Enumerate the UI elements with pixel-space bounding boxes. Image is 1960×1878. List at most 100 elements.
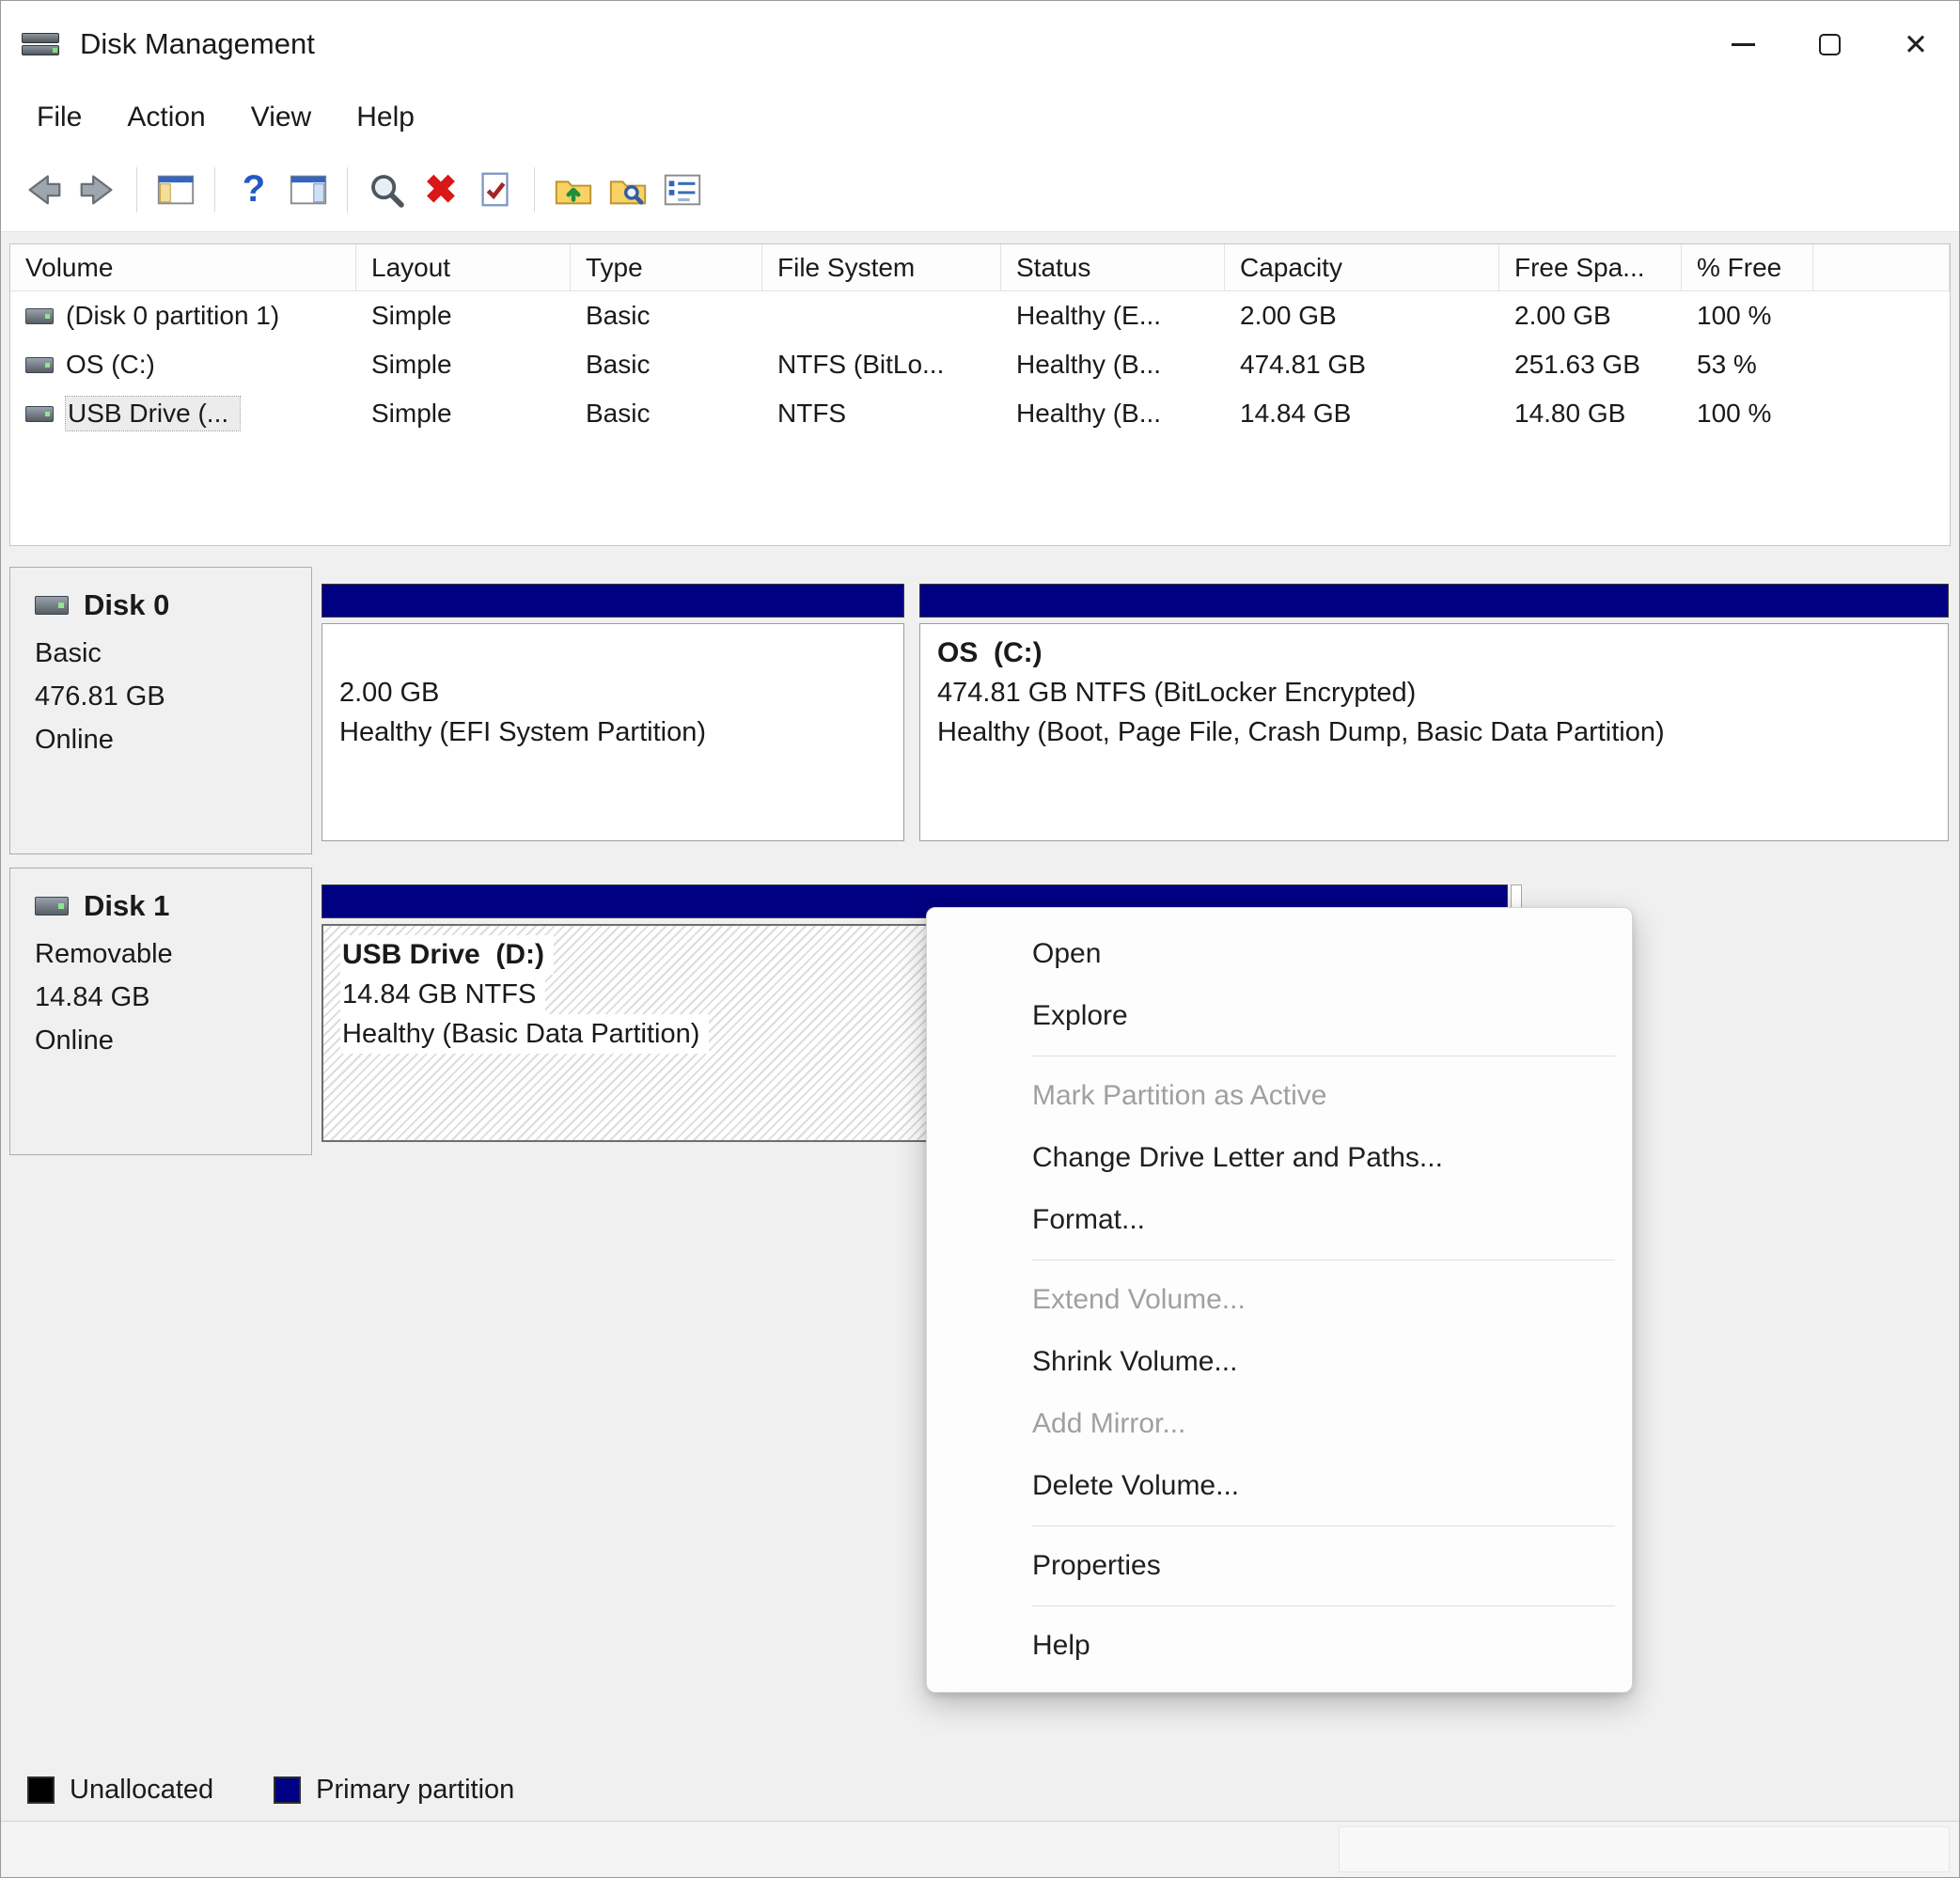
volume-list-panel: Volume Layout Type File System Status Ca… xyxy=(9,243,1951,546)
status-bar-section xyxy=(1339,1826,1950,1872)
menu-item-extend-volume: Extend Volume... xyxy=(1032,1284,1246,1315)
help-button[interactable]: ? xyxy=(227,163,281,217)
cell-percent-free: 100 % xyxy=(1697,301,1772,330)
partition-title xyxy=(339,634,886,673)
menu-item-shrink-volume[interactable]: Shrink Volume... xyxy=(927,1331,1632,1393)
disk-status: Online xyxy=(35,1025,114,1056)
column-header-capacity[interactable]: Capacity xyxy=(1225,244,1499,290)
cell-volume: USB Drive (... xyxy=(10,389,356,438)
table-row-usb-drive[interactable]: USB Drive (... Simple Basic NTFS Healthy… xyxy=(10,389,1950,438)
partition-color-bar xyxy=(919,584,1949,618)
disk-info-disk1[interactable]: Disk 1 Removable 14.84 GB Online xyxy=(9,868,312,1155)
maximize-icon xyxy=(1818,33,1841,55)
cell-percent-free: 100 % xyxy=(1697,399,1772,428)
partition-color-bar xyxy=(321,584,904,618)
action-pane-button[interactable] xyxy=(281,163,336,217)
minimize-button[interactable] xyxy=(1700,1,1786,87)
column-header-layout[interactable]: Layout xyxy=(356,244,571,290)
minimize-icon xyxy=(1731,42,1755,46)
toolbar: ? ✖ xyxy=(1,148,1959,232)
table-row-os-c[interactable]: OS (C:) Simple Basic NTFS (BitLo... Heal… xyxy=(10,340,1950,389)
menu-help[interactable]: Help xyxy=(334,94,437,141)
disk-info-disk0[interactable]: Disk 0 Basic 476.81 GB Online xyxy=(9,567,312,854)
folder-up-button[interactable] xyxy=(546,163,601,217)
delete-volume-button[interactable]: ✖ xyxy=(414,163,468,217)
partition-detail: Healthy (Boot, Page File, Crash Dump, Ba… xyxy=(937,717,1665,747)
column-header-percent-free[interactable]: % Free xyxy=(1682,244,1813,290)
cell-file-system xyxy=(762,291,1001,340)
forward-button[interactable] xyxy=(71,163,125,217)
menu-bar: File Action View Help xyxy=(1,87,1959,148)
table-row-disk0-partition1[interactable]: (Disk 0 partition 1) Simple Basic Health… xyxy=(10,291,1950,340)
cell-file-system: NTFS xyxy=(777,399,847,428)
action-pane-icon xyxy=(290,175,327,204)
menu-action[interactable]: Action xyxy=(104,94,227,141)
volume-icon xyxy=(25,307,54,324)
cell-volume: OS (C:) xyxy=(10,340,356,389)
folder-search-icon xyxy=(609,180,647,205)
maximize-button[interactable] xyxy=(1786,1,1873,87)
check-document-button[interactable] xyxy=(468,163,523,217)
title-bar: Disk Management ✕ xyxy=(1,1,1959,87)
volume-name-selected: USB Drive (... xyxy=(64,396,242,431)
menu-item-explore[interactable]: Explore xyxy=(927,985,1632,1047)
cell-layout: Simple xyxy=(371,350,452,379)
menu-item-delete-volume[interactable]: Delete Volume... xyxy=(927,1455,1632,1517)
menu-view[interactable]: View xyxy=(228,94,334,141)
partition-os-c[interactable]: OS (C:) 474.81 GB NTFS (BitLocker Encryp… xyxy=(919,584,1949,841)
zoom-icon xyxy=(371,174,404,208)
cell-layout: Simple xyxy=(371,399,452,428)
cell-type: Basic xyxy=(586,399,651,428)
cell-type: Basic xyxy=(586,350,651,379)
menu-item-add-mirror: Add Mirror... xyxy=(1032,1408,1186,1439)
disk0-partitions: 2.00 GB Healthy (EFI System Partition) O… xyxy=(312,567,1951,854)
column-header-type[interactable]: Type xyxy=(571,244,762,290)
legend-label-primary-partition: Primary partition xyxy=(316,1775,515,1805)
forward-arrow-icon xyxy=(80,174,113,205)
cell-free-space: 2.00 GB xyxy=(1514,301,1611,330)
back-button[interactable] xyxy=(16,163,71,217)
disk-drive-icon xyxy=(22,29,63,59)
disk-name: Disk 0 xyxy=(84,588,170,621)
menu-item-change-drive-letter-and-paths[interactable]: Change Drive Letter and Paths... xyxy=(927,1127,1632,1189)
partition-title-text: USB Drive (D:) xyxy=(340,935,555,975)
partition-detail-text: 14.84 GB NTFS xyxy=(340,975,546,1014)
column-header-volume[interactable]: Volume xyxy=(10,244,356,290)
menu-item-format[interactable]: Format... xyxy=(927,1189,1632,1251)
toolbar-separator xyxy=(214,166,215,212)
menu-item-properties[interactable]: Properties xyxy=(927,1535,1632,1597)
menu-file[interactable]: File xyxy=(14,94,104,141)
console-tree-icon xyxy=(157,175,195,204)
disk-icon xyxy=(35,897,69,916)
column-header-file-system[interactable]: File System xyxy=(762,244,1001,290)
cell-layout: Simple xyxy=(371,301,452,330)
cell-file-system: NTFS (BitLo... xyxy=(777,350,945,379)
cell-type: Basic xyxy=(586,301,651,330)
cell-free-space: 251.63 GB xyxy=(1514,350,1640,379)
cell-volume: (Disk 0 partition 1) xyxy=(10,291,356,340)
zoom-button[interactable] xyxy=(359,163,414,217)
column-header-free-space[interactable]: Free Spa... xyxy=(1499,244,1682,290)
disk-capacity: 14.84 GB xyxy=(35,982,150,1012)
window-title: Disk Management xyxy=(80,27,315,60)
console-tree-button[interactable] xyxy=(149,163,203,217)
partition-title: OS (C:) xyxy=(937,637,1043,668)
disk-icon xyxy=(35,596,69,615)
cell-capacity: 474.81 GB xyxy=(1240,350,1366,379)
menu-item-open[interactable]: Open xyxy=(927,923,1632,985)
close-icon: ✕ xyxy=(1904,27,1928,61)
volume-icon xyxy=(25,405,54,422)
delete-volume-icon: ✖ xyxy=(424,166,458,211)
close-button[interactable]: ✕ xyxy=(1873,1,1959,87)
column-header-status[interactable]: Status xyxy=(1001,244,1225,290)
unallocated-swatch xyxy=(27,1776,55,1804)
partition-efi-system[interactable]: 2.00 GB Healthy (EFI System Partition) xyxy=(321,584,904,841)
menu-item-help[interactable]: Help xyxy=(927,1615,1632,1677)
partition-detail: Healthy (EFI System Partition) xyxy=(339,717,706,747)
context-menu: Open Explore Mark Partition as Active Ch… xyxy=(926,907,1633,1693)
help-icon: ? xyxy=(242,168,266,210)
legend-label-unallocated: Unallocated xyxy=(70,1775,214,1805)
list-options-button[interactable] xyxy=(655,163,710,217)
status-bar xyxy=(1,1821,1959,1877)
folder-search-button[interactable] xyxy=(601,163,655,217)
